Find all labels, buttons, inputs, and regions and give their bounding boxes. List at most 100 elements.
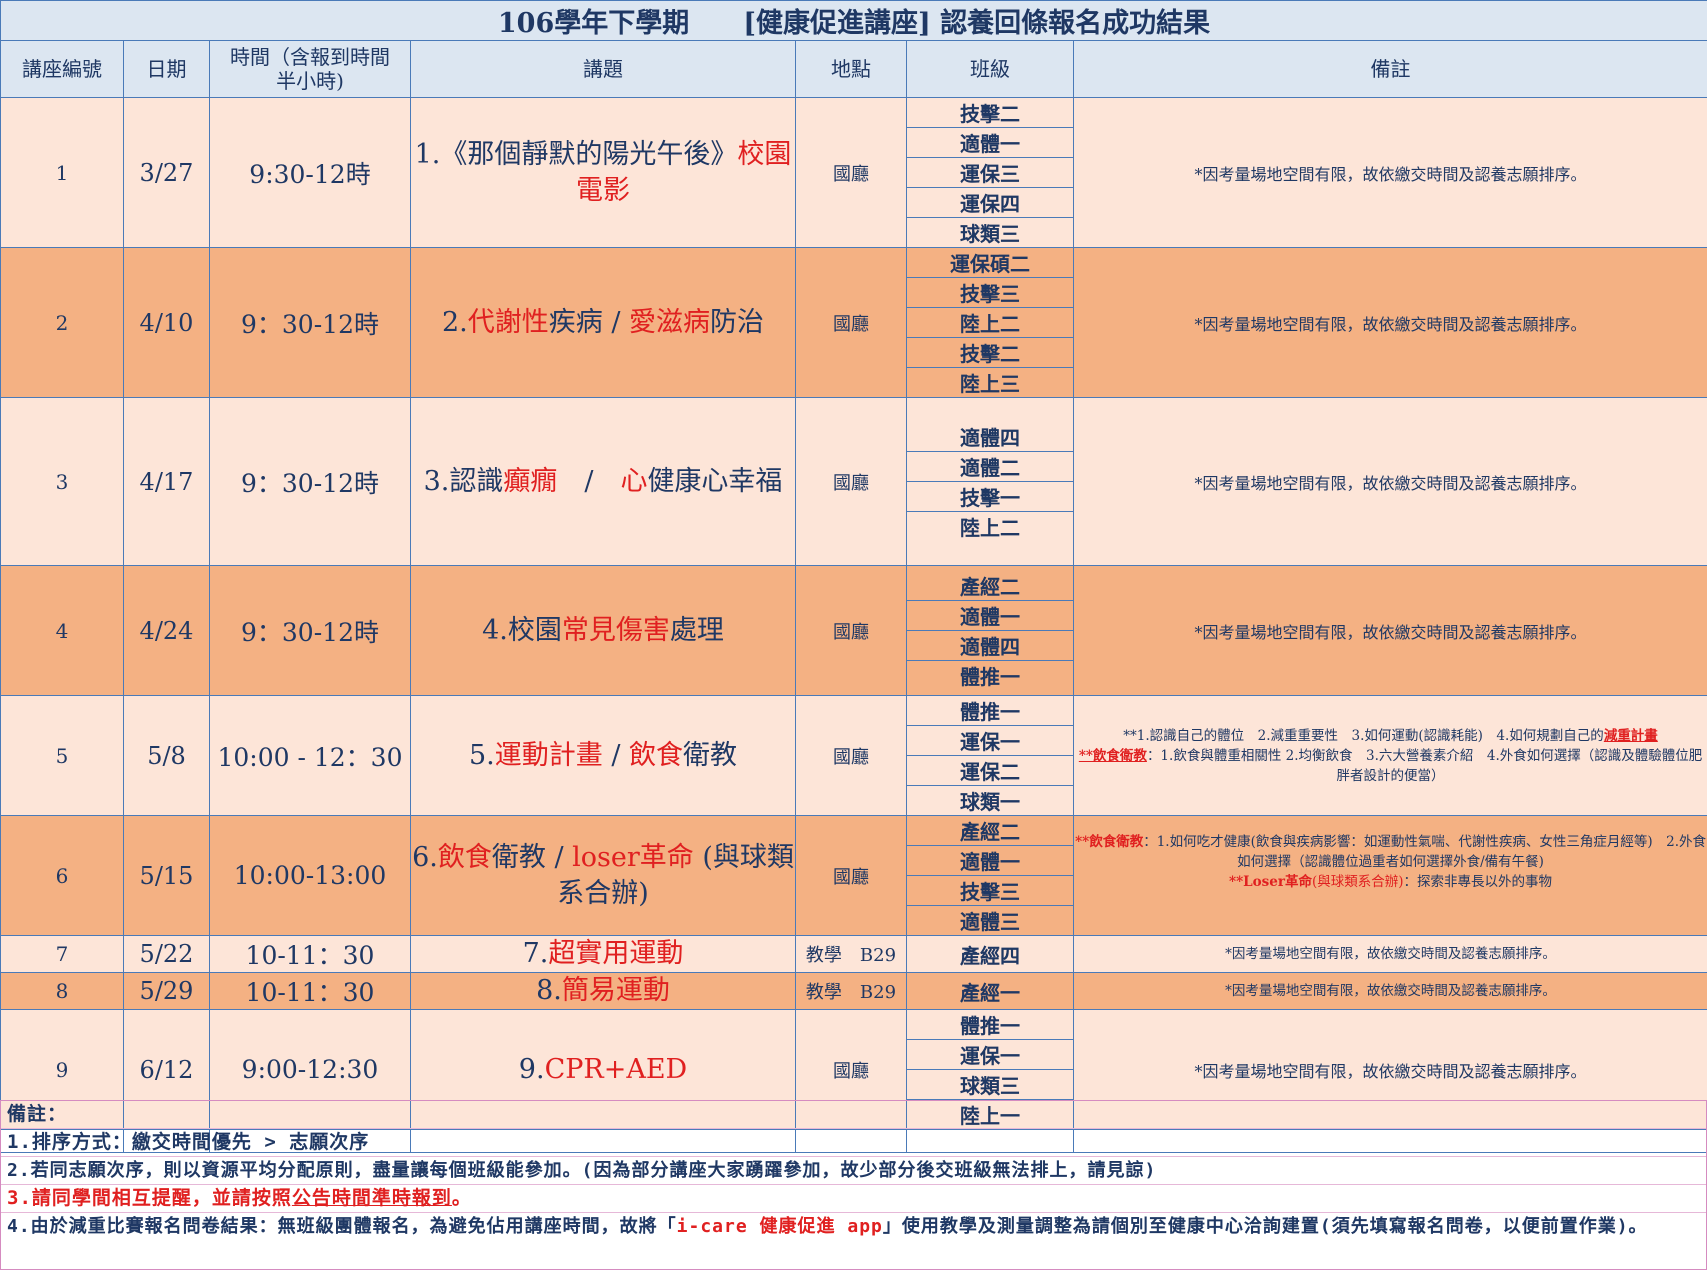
lecture-topic: 2.代謝性疾病 / 愛滋病防治 bbox=[410, 247, 796, 398]
class-item: 適體一 bbox=[907, 601, 1073, 631]
note-line-4-end: 」使用教學及測量調整為請個別至健康中心洽詢建置(須先填寫報名問卷，以便前置作業)… bbox=[882, 1216, 1648, 1237]
lecture-table: 106學年下學期 [健康促進講座] 認養回條報名成功結果 講座編號 日期 時間（… bbox=[0, 0, 1707, 1153]
lecture-date: 5/29 bbox=[123, 972, 210, 1010]
class-list: 產經二 適體一 適體四 體推一 bbox=[906, 565, 1074, 696]
class-item: 技擊三 bbox=[907, 876, 1073, 906]
lecture-date: 4/24 bbox=[123, 565, 210, 696]
class-item: 運保三 bbox=[907, 158, 1073, 188]
topic-part: 1.《那個靜默的陽光午後》 bbox=[414, 138, 738, 170]
lecture-topic: 7.超實用運動 bbox=[410, 935, 796, 973]
header-time: 時間（含報到時間半小時) bbox=[209, 40, 411, 98]
topic-part-highlight: 愛滋病 bbox=[629, 306, 711, 338]
lecture-no: 3 bbox=[0, 397, 124, 566]
header-topic: 講題 bbox=[410, 40, 796, 98]
lecture-location: 教學 B29 bbox=[795, 972, 907, 1010]
class-item: 體推一 bbox=[907, 697, 1073, 726]
class-list: 體推一 運保一 運保二 球類一 bbox=[906, 695, 1074, 816]
table-row: 3 4/17 9：30-12時 3.認識癲癇 / 心健康心幸福 國廳 適體四 適… bbox=[0, 397, 1707, 566]
topic-part-highlight: 運動計畫 bbox=[494, 739, 603, 771]
lecture-location: 國廳 bbox=[795, 247, 907, 398]
topic-part-highlight: 飲食 bbox=[437, 841, 492, 873]
lecture-topic: 8.簡易運動 bbox=[410, 972, 796, 1010]
class-item: 運保一 bbox=[907, 726, 1073, 756]
note-line-4-app: i-care 健康促進 app bbox=[676, 1216, 883, 1237]
lecture-time: 10:00 - 12：30 bbox=[209, 695, 411, 816]
lecture-location: 國廳 bbox=[795, 97, 907, 248]
lecture-note: *因考量場地空間有限，故依繳交時間及認養志願排序。 bbox=[1072, 972, 1707, 1010]
table-row: 8 5/29 10-11：30 8.簡易運動 教學 B29 產經一 *因考量場地… bbox=[0, 972, 1707, 1010]
lecture-time: 10-11：30 bbox=[209, 972, 411, 1010]
topic-part-highlight: 簡易運動 bbox=[561, 975, 670, 1006]
header-class: 班級 bbox=[906, 40, 1074, 98]
note-text: **1.認識自己的體位 2.減重重要性 3.如何運動(認識耗能) 4.如何規劃自… bbox=[1123, 727, 1604, 744]
lecture-date: 3/27 bbox=[123, 97, 210, 248]
topic-part-highlight: CPR+AED bbox=[544, 1053, 688, 1085]
lecture-time: 9:30-12時 bbox=[209, 97, 411, 248]
lecture-topic: 6.飲食衛教 / loser革命 (與球類系合辦) bbox=[410, 815, 796, 936]
class-item: 球類三 bbox=[907, 1070, 1073, 1100]
class-item: 運保四 bbox=[907, 188, 1073, 218]
lecture-note: *因考量場地空間有限，故依繳交時間及認養志願排序。 bbox=[1072, 97, 1707, 248]
class-item: 陸上二 bbox=[960, 516, 1020, 540]
lecture-no: 5 bbox=[0, 695, 124, 816]
lecture-date: 4/10 bbox=[123, 247, 210, 398]
class-item: 適體三 bbox=[960, 910, 1020, 934]
note-text: ：1.如何吃才健康(飲食與疾病影響：如運動性氣喘、代謝性疾病、女性三角症月經等)… bbox=[1143, 834, 1706, 870]
topic-part: 4.校園 bbox=[482, 614, 562, 646]
class-item: 適體四 bbox=[907, 422, 1073, 452]
class-list: 適體四 適體二 技擊一 陸上二 bbox=[906, 397, 1074, 566]
class-item: 球類一 bbox=[960, 790, 1020, 814]
topic-part-highlight: loser革命 bbox=[572, 841, 694, 873]
note-line-1: 1.排序方式：繳交時間優先 > 志願次序 bbox=[1, 1129, 1706, 1157]
lecture-time: 9：30-12時 bbox=[209, 397, 411, 566]
topic-part: 7. bbox=[522, 938, 549, 969]
class-item: 體推一 bbox=[907, 1011, 1073, 1040]
lecture-time: 10:00-13:00 bbox=[209, 815, 411, 936]
lecture-topic: 5.運動計畫 / 飲食衛教 bbox=[410, 695, 796, 816]
topic-part: 2. bbox=[441, 306, 468, 338]
topic-part: 8. bbox=[536, 975, 562, 1006]
lecture-no: 8 bbox=[0, 972, 124, 1010]
class-item: 技擊三 bbox=[907, 278, 1073, 308]
header-note: 備註 bbox=[1072, 40, 1707, 98]
note-highlight: **飲食衛教 bbox=[1078, 747, 1147, 764]
notes-heading: 備註： bbox=[1, 1101, 1706, 1129]
lecture-location: 教學 B29 bbox=[795, 935, 907, 973]
topic-part: 疾病 / bbox=[548, 306, 630, 338]
note-line-2: 2.若同志願次序，則以資源平均分配原則，盡量讓每個班級能參加。(因為部分講座大家… bbox=[1, 1157, 1706, 1185]
topic-part: / bbox=[557, 465, 621, 497]
lecture-topic: 3.認識癲癇 / 心健康心幸福 bbox=[410, 397, 796, 566]
class-item: 產經二 bbox=[907, 571, 1073, 601]
header-no: 講座編號 bbox=[0, 40, 124, 98]
topic-part-highlight: 癲癇 bbox=[503, 465, 558, 497]
note-line-3-end: 。 bbox=[451, 1187, 472, 1209]
note-highlight: 減重計畫 bbox=[1603, 727, 1658, 744]
class-item: 產經四 bbox=[960, 943, 1020, 968]
topic-part-highlight: 超實用運動 bbox=[548, 938, 684, 969]
table-row: 5 5/8 10:00 - 12：30 5.運動計畫 / 飲食衛教 國廳 體推一… bbox=[0, 695, 1707, 816]
lecture-no: 7 bbox=[0, 935, 124, 973]
lecture-no: 4 bbox=[0, 565, 124, 696]
topic-part-highlight: 代謝性 bbox=[467, 306, 549, 338]
note-line-4-text: 4.由於減重比賽報名問卷結果：無班級團體報名，為避免佔用講座時間，故將「 bbox=[7, 1216, 677, 1237]
lecture-time: 10-11：30 bbox=[209, 935, 411, 973]
lecture-note: *因考量場地空間有限，故依繳交時間及認養志願排序。 bbox=[1072, 565, 1707, 696]
lecture-location: 國廳 bbox=[795, 815, 907, 936]
lecture-location: 國廳 bbox=[795, 695, 907, 816]
note-highlight: **Loser革命 bbox=[1229, 874, 1312, 890]
lecture-note: *因考量場地空間有限，故依繳交時間及認養志願排序。 bbox=[1072, 397, 1707, 566]
topic-part: 6. bbox=[412, 841, 438, 873]
lecture-no: 2 bbox=[0, 247, 124, 398]
spreadsheet: 106學年下學期 [健康促進講座] 認養回條報名成功結果 講座編號 日期 時間（… bbox=[0, 0, 1707, 1280]
note-line-4: 4.由於減重比賽報名問卷結果：無班級團體報名，為避免佔用講座時間，故將「i-ca… bbox=[1, 1213, 1706, 1269]
lecture-no: 6 bbox=[0, 815, 124, 936]
lecture-time: 9：30-12時 bbox=[209, 247, 411, 398]
class-item: 適體四 bbox=[907, 631, 1073, 661]
note-text: ：1.飲食與體重相關性 2.均衡飲食 3.六大營養素介紹 4.外食如何選擇（認識… bbox=[1146, 747, 1703, 784]
lecture-time: 9：30-12時 bbox=[209, 565, 411, 696]
header-date: 日期 bbox=[123, 40, 210, 98]
topic-part: / bbox=[602, 739, 630, 771]
topic-part-highlight: 心 bbox=[620, 465, 648, 497]
class-item: 體推一 bbox=[960, 665, 1020, 689]
lecture-location: 國廳 bbox=[795, 565, 907, 696]
